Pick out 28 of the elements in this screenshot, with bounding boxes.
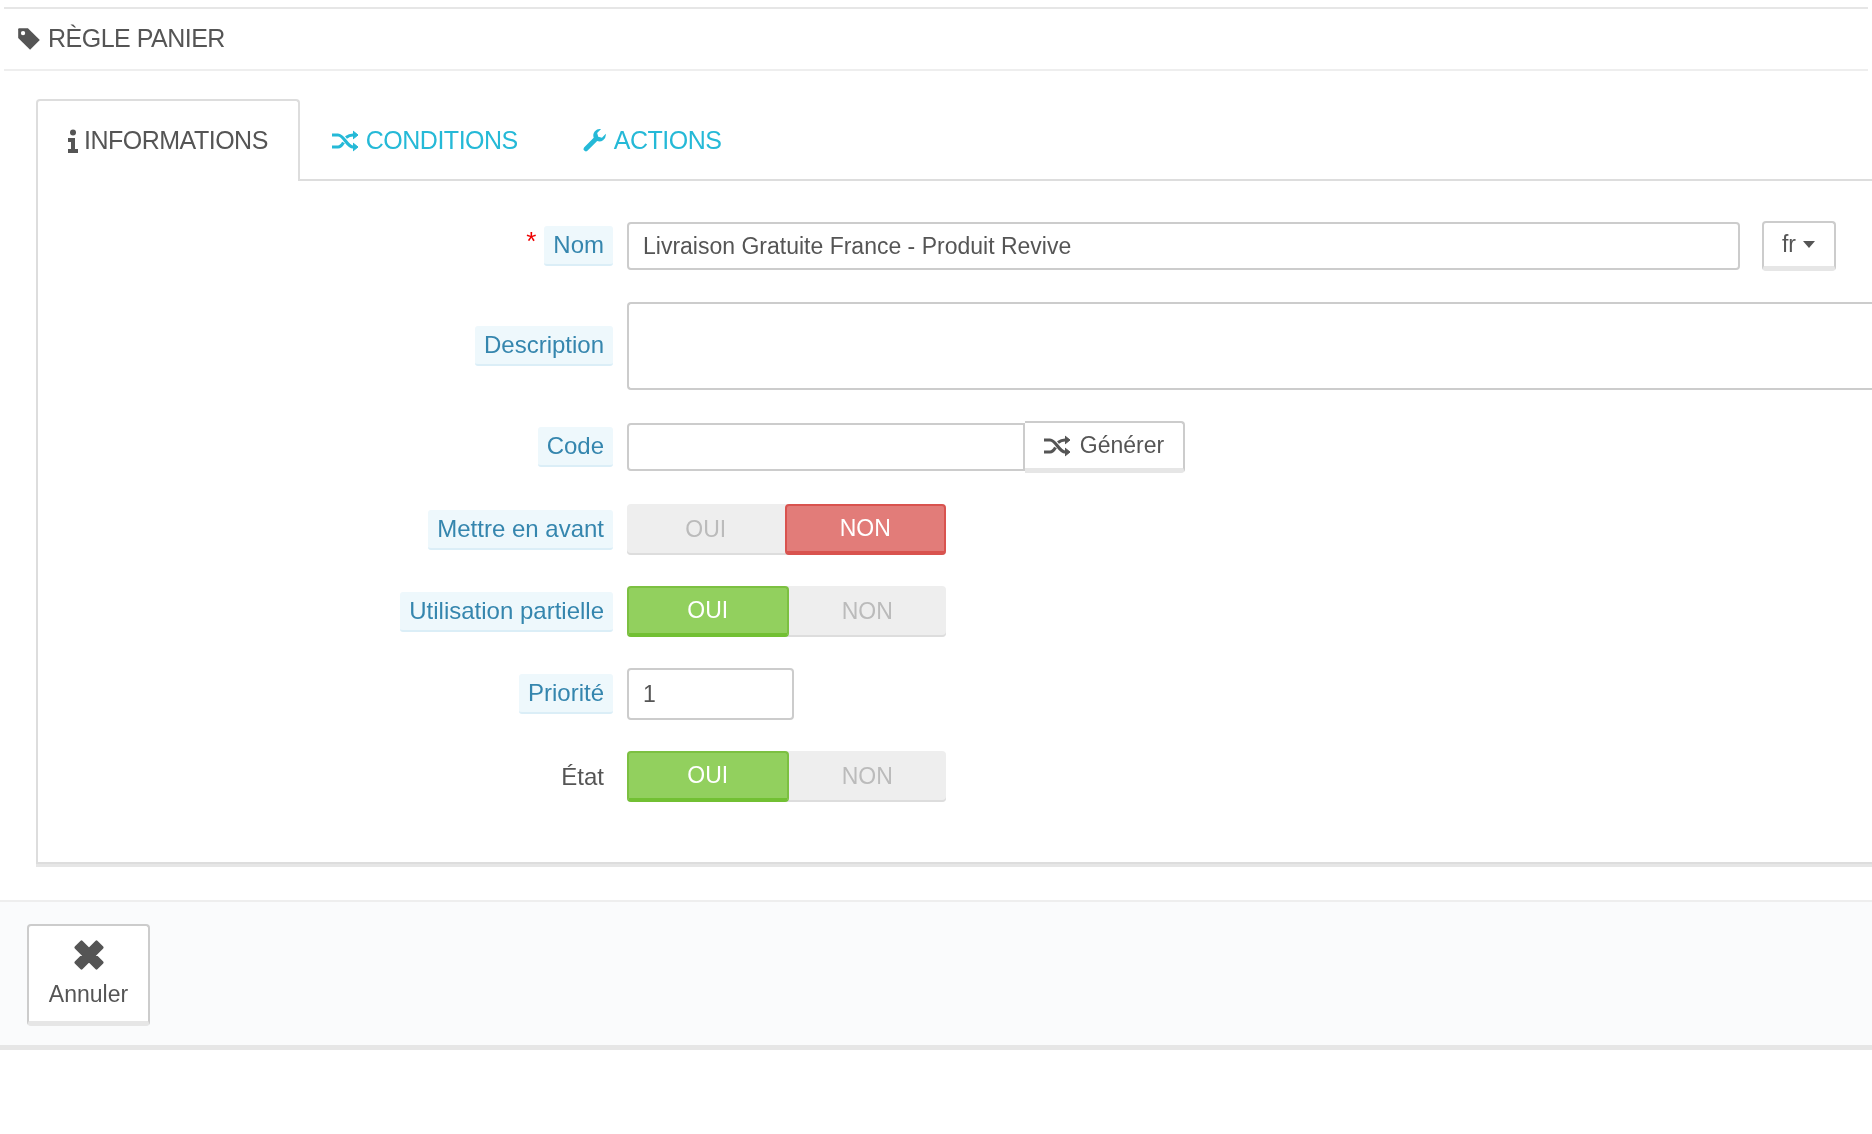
text-field[interactable]: Livraison Gratuite France - Produit Revive bbox=[627, 222, 1740, 270]
switch-option[interactable]: NON bbox=[784, 504, 946, 555]
field-label: Code bbox=[537, 427, 613, 467]
field-label: Description bbox=[474, 326, 613, 366]
field-label: Utilisation partielle bbox=[400, 591, 613, 632]
page-title: RÈGLE PANIER bbox=[48, 23, 225, 55]
field-label: État bbox=[560, 761, 605, 792]
text-area[interactable] bbox=[627, 302, 1872, 390]
tag-icon bbox=[16, 26, 42, 52]
text-field[interactable] bbox=[627, 423, 1025, 471]
tab[interactable]: INFORMATIONS bbox=[36, 99, 300, 181]
field-label: Priorité bbox=[518, 674, 613, 714]
field-label: Nom bbox=[544, 226, 613, 266]
cancel-button[interactable]: Annuler bbox=[27, 924, 150, 1026]
generate-button[interactable]: Générer bbox=[1025, 421, 1185, 473]
required-asterisk: * bbox=[526, 228, 537, 254]
wrench-icon bbox=[581, 128, 608, 154]
caret-icon bbox=[1802, 240, 1817, 249]
number-field[interactable]: 1 bbox=[627, 668, 794, 720]
field-label: Mettre en avant bbox=[428, 509, 613, 550]
shuffle-icon bbox=[1043, 434, 1072, 457]
switch-option[interactable]: OUI bbox=[627, 586, 789, 637]
language-dropdown[interactable]: fr bbox=[1762, 221, 1836, 271]
info-icon bbox=[68, 129, 78, 153]
tab[interactable]: ACTIONS bbox=[549, 101, 754, 181]
switch-option[interactable]: OUI bbox=[627, 751, 789, 802]
shuffle-icon bbox=[331, 130, 360, 152]
tab[interactable]: CONDITIONS bbox=[299, 101, 550, 181]
